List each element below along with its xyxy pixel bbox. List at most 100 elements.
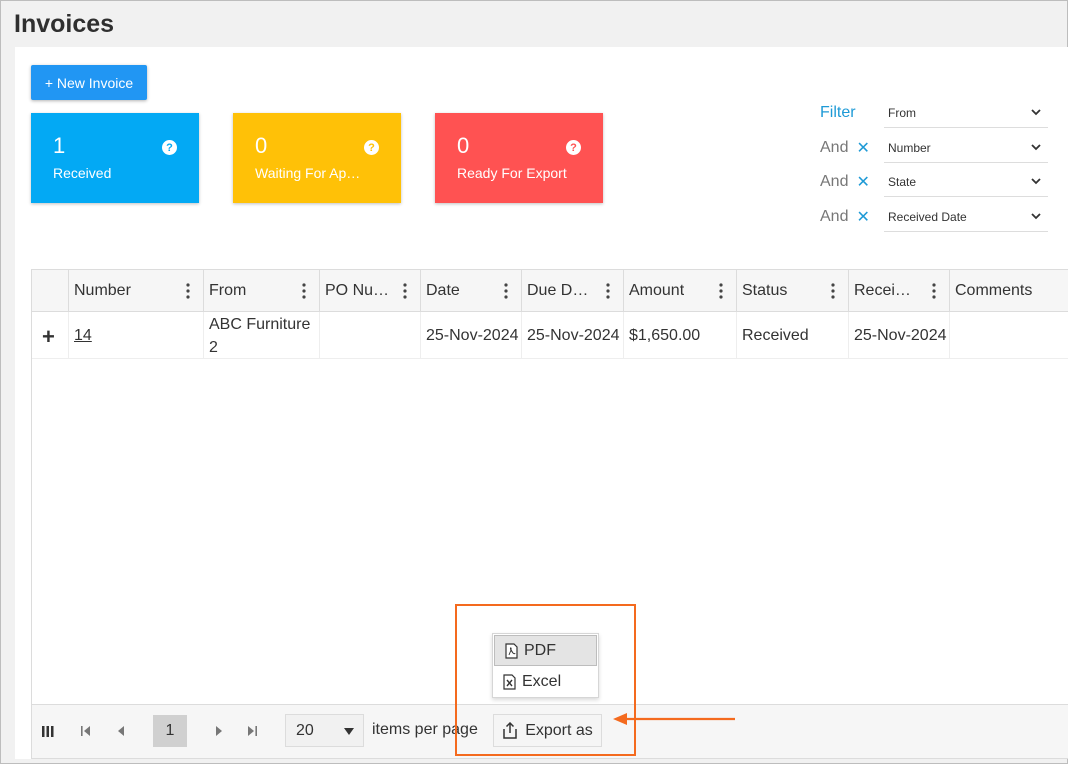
filter-field-select[interactable]: State xyxy=(884,167,1048,197)
and-label: And xyxy=(820,173,849,190)
waiting-count: 0 xyxy=(255,133,268,158)
cell-date: 25-Nov-2024 xyxy=(420,312,521,359)
column-menu-icon[interactable] xyxy=(302,283,306,299)
chevron-down-icon xyxy=(1031,109,1041,116)
column-header-po-number[interactable]: PO Nu… xyxy=(319,270,420,312)
column-header-status[interactable]: Status xyxy=(736,270,848,312)
column-menu-icon[interactable] xyxy=(403,283,407,299)
and-label: And xyxy=(820,208,849,225)
remove-filter-icon[interactable]: ✕ xyxy=(856,172,869,192)
export-pdf-label: PDF xyxy=(524,641,556,659)
column-title: Due D… xyxy=(527,282,589,299)
column-menu-icon[interactable] xyxy=(504,283,508,299)
received-label: Received xyxy=(53,165,112,181)
export-as-label: Export as xyxy=(525,721,593,739)
column-menu-icon[interactable] xyxy=(831,283,835,299)
page-title: Invoices xyxy=(14,10,115,38)
chevron-down-icon xyxy=(1031,213,1041,220)
column-header-received-date[interactable]: Recei… xyxy=(848,270,949,312)
column-title: Status xyxy=(742,282,788,299)
ready-for-export-card[interactable]: 0 Ready For Export ? xyxy=(435,113,603,203)
column-title: Amount xyxy=(629,282,685,299)
cell-due-date: 25-Nov-2024 xyxy=(521,312,623,359)
column-menu-icon[interactable] xyxy=(932,283,936,299)
cell-amount: $1,650.00 xyxy=(623,312,736,359)
filter-field-value: Number xyxy=(888,140,931,155)
column-menu-icon[interactable] xyxy=(606,283,610,299)
export-excel-label: Excel xyxy=(522,672,562,690)
pdf-file-icon xyxy=(505,642,518,659)
filter-field-select[interactable]: Number xyxy=(884,133,1048,163)
column-header-amount[interactable]: Amount xyxy=(623,270,736,312)
filter-field-select[interactable]: From xyxy=(884,98,1048,128)
grid-header: Number From PO Nu… Date Due D… Amount St… xyxy=(32,270,1068,312)
cell-from: ABC Furniture 2 xyxy=(203,312,319,359)
chevron-down-icon xyxy=(1031,178,1041,185)
filter-title: Filter xyxy=(820,104,856,121)
waiting-label: Waiting For Approval xyxy=(255,165,367,181)
column-header-date[interactable]: Date xyxy=(420,270,521,312)
export-pdf-item[interactable]: PDF xyxy=(494,635,597,666)
cell-comments xyxy=(949,312,1068,359)
column-menu-icon[interactable] xyxy=(186,283,190,299)
grid-pager: 1 20 items per page Export as xyxy=(32,704,1068,758)
filter-row-received-date: And ✕ Received Date xyxy=(820,202,1048,232)
table-row[interactable]: + 14 ABC Furniture 2 25-Nov-2024 25-Nov-2… xyxy=(32,312,1068,359)
excel-file-icon xyxy=(503,673,516,690)
column-title: Comments xyxy=(955,282,1033,299)
ready-label: Ready For Export xyxy=(457,165,567,181)
column-title: From xyxy=(209,282,247,299)
filter-field-value: From xyxy=(888,105,916,120)
received-count: 1 xyxy=(53,133,66,158)
items-per-page-label: items per page xyxy=(372,721,478,738)
export-menu: PDF Excel xyxy=(492,633,599,698)
column-title: Recei… xyxy=(854,282,911,299)
help-icon[interactable]: ? xyxy=(364,140,379,155)
column-title: PO Nu… xyxy=(325,282,390,299)
filter-field-value: State xyxy=(888,174,917,189)
new-invoice-label: + New Invoice xyxy=(44,74,134,91)
cell-po-number xyxy=(319,312,420,359)
expand-row-icon[interactable]: + xyxy=(42,324,55,350)
column-menu-icon[interactable] xyxy=(719,283,723,299)
export-excel-item[interactable]: Excel xyxy=(493,666,598,697)
page-size-value: 20 xyxy=(296,721,314,739)
from-line: 2 xyxy=(209,338,218,356)
next-page-icon[interactable] xyxy=(214,726,224,736)
column-title: Number xyxy=(74,282,131,299)
help-icon[interactable]: ? xyxy=(566,140,581,155)
remove-filter-icon[interactable]: ✕ xyxy=(856,207,869,227)
cell-number: 14 xyxy=(68,312,203,359)
app-window: Invoices + New Invoice 1 Received ? 0 Wa… xyxy=(0,0,1068,764)
new-invoice-button[interactable]: + New Invoice xyxy=(31,65,147,100)
remove-filter-icon[interactable]: ✕ xyxy=(856,138,869,158)
filter-row-state: And ✕ State xyxy=(820,167,1048,197)
column-header-number[interactable]: Number xyxy=(68,270,203,312)
page-size-select[interactable]: 20 xyxy=(285,714,364,747)
filter-row-from: Filter From xyxy=(820,98,1048,128)
first-page-icon[interactable] xyxy=(80,726,92,736)
column-header-due-date[interactable]: Due D… xyxy=(521,270,623,312)
cell-status: Received xyxy=(736,312,848,359)
chevron-down-icon xyxy=(1031,144,1041,151)
last-page-icon[interactable] xyxy=(246,726,258,736)
column-header-from[interactable]: From xyxy=(203,270,319,312)
help-icon[interactable]: ? xyxy=(162,140,177,155)
and-label: And xyxy=(820,139,849,156)
ready-count: 0 xyxy=(457,133,470,158)
caret-down-icon xyxy=(344,728,354,735)
export-as-button[interactable]: Export as xyxy=(493,714,602,747)
column-title: Date xyxy=(426,282,460,299)
filter-field-select[interactable]: Received Date xyxy=(884,202,1048,232)
export-icon xyxy=(503,722,517,739)
waiting-for-approval-card[interactable]: 0 Waiting For Approval ? xyxy=(233,113,401,203)
invoice-number-link[interactable]: 14 xyxy=(74,327,92,345)
current-page-button[interactable]: 1 xyxy=(153,715,187,747)
filter-field-value: Received Date xyxy=(888,209,967,224)
received-card[interactable]: 1 Received ? xyxy=(31,113,199,203)
previous-page-icon[interactable] xyxy=(116,726,126,736)
cell-received-date: 25-Nov-2024 xyxy=(848,312,949,359)
column-header-comments[interactable]: Comments xyxy=(949,270,1068,312)
column-chooser-icon[interactable] xyxy=(42,725,54,737)
filter-row-number: And ✕ Number xyxy=(820,133,1048,163)
